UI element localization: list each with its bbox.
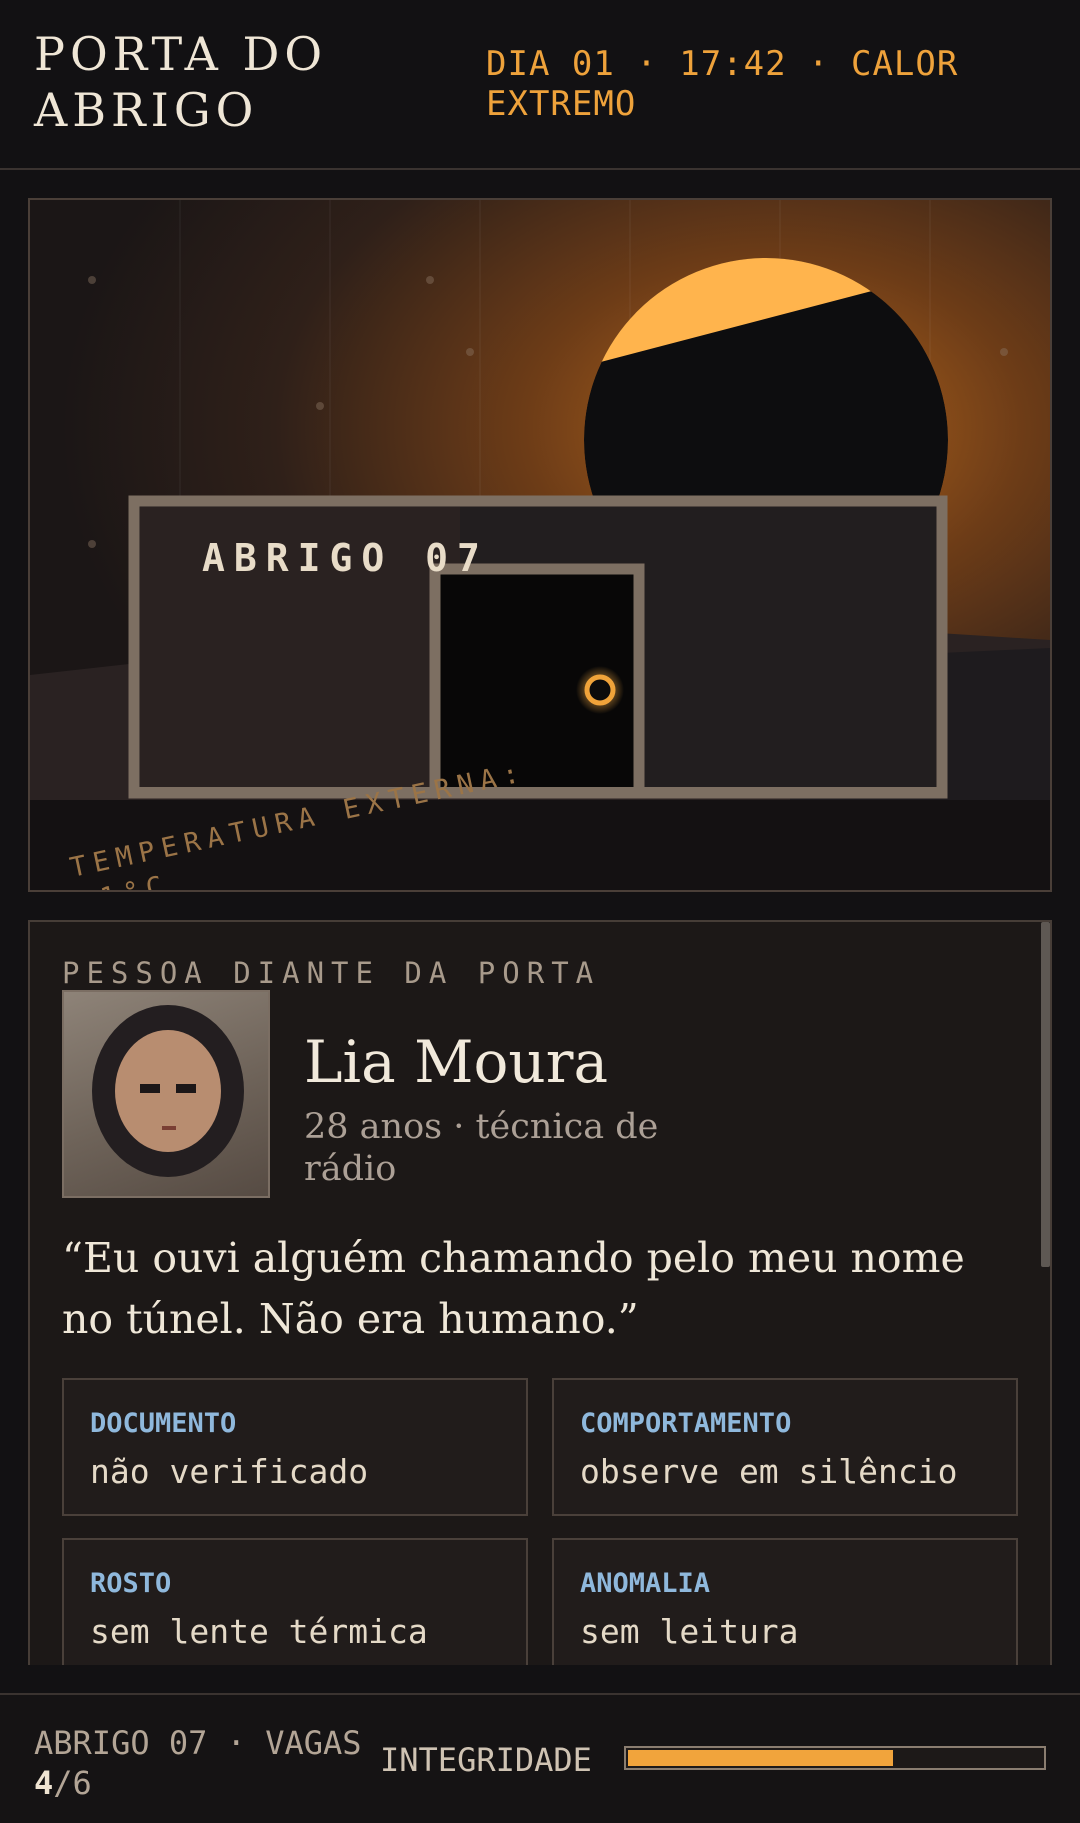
integrity-label: INTEGRIDADE <box>380 1741 592 1779</box>
integrity-bar <box>624 1746 1046 1770</box>
card-heading: PESSOA DIANTE DA PORTA <box>62 956 601 990</box>
visitor-card: PESSOA DIANTE DA PORTA Lia Moura 28 anos… <box>28 920 1052 1665</box>
field-value: sem leitura <box>580 1612 799 1651</box>
visitor-name: Lia Moura <box>304 1028 609 1096</box>
shelter-vacancies: ABRIGO 07 · VAGAS 4/6 <box>34 1723 394 1803</box>
field-key: ROSTO <box>90 1568 172 1599</box>
field-value: não verificado <box>90 1452 369 1491</box>
field-key: ANOMALIA <box>580 1568 711 1599</box>
game-title: PORTA DO ABRIGO <box>34 27 328 137</box>
top-bar: PORTA DO ABRIGO DIA 01 · 17:42 · CALOR E… <box>0 0 1080 170</box>
scene-illustration <box>30 200 1050 890</box>
field-key: DOCUMENTO <box>90 1408 237 1439</box>
field-anomaly[interactable]: ANOMALIA sem leitura <box>552 1538 1018 1665</box>
field-document[interactable]: DOCUMENTO não verificado <box>62 1378 528 1516</box>
visitor-portrait <box>62 990 270 1198</box>
day-time-status: DIA 01 · 17:42 · CALOR EXTREMO <box>486 44 959 124</box>
vacancies-filled: 4 <box>34 1764 54 1802</box>
field-behavior[interactable]: COMPORTAMENTO observe em silêncio <box>552 1378 1018 1516</box>
integrity-bar-fill <box>628 1750 893 1766</box>
field-value: sem lente térmica <box>90 1612 428 1651</box>
visitor-details: 28 anos · técnica de rádio <box>304 1107 659 1189</box>
hooded-face-icon <box>92 1005 244 1177</box>
shelter-vacancies-label: ABRIGO 07 · VAGAS <box>34 1724 362 1762</box>
field-value: observe em silêncio <box>580 1452 958 1491</box>
card-scrollbar[interactable] <box>1041 922 1050 1267</box>
shelter-scene: ABRIGO 07 TEMPERATURA EXTERNA: 61°C <box>28 198 1052 892</box>
shelter-sign: ABRIGO 07 <box>202 536 489 580</box>
field-key: COMPORTAMENTO <box>580 1408 792 1439</box>
door-knob[interactable] <box>584 674 616 706</box>
field-face[interactable]: ROSTO sem lente térmica <box>62 1538 528 1665</box>
vacancies-total: /6 <box>53 1764 92 1802</box>
status-footer: ABRIGO 07 · VAGAS 4/6 INTEGRIDADE <box>0 1693 1080 1823</box>
visitor-quote: “Eu ouvi alguém chamando pelo meu nome n… <box>62 1234 965 1343</box>
